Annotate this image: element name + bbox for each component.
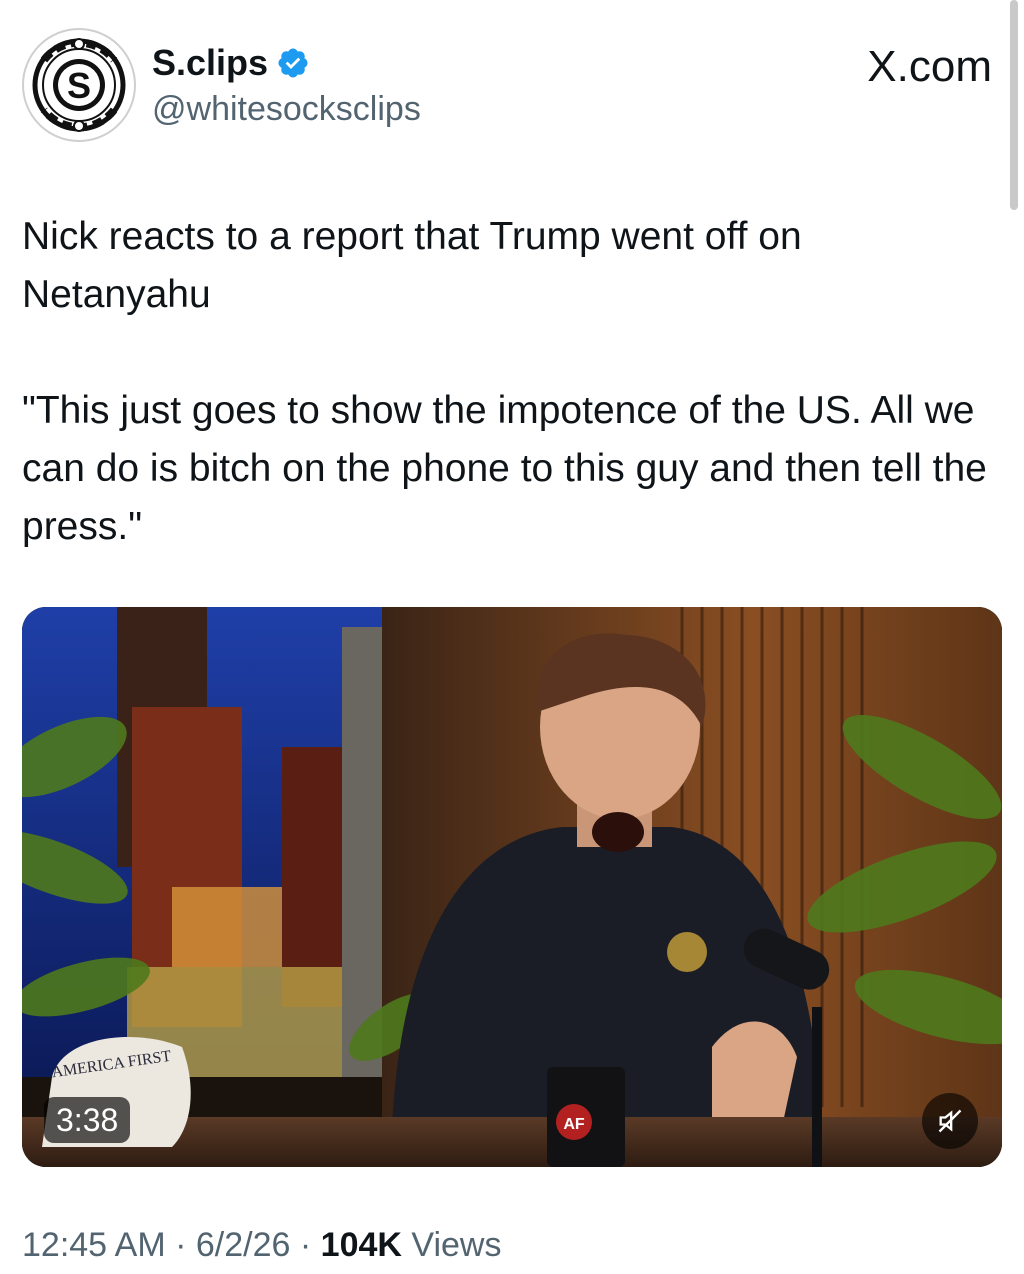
svg-text:S: S	[67, 65, 91, 106]
verified-badge-icon	[278, 48, 308, 78]
meta-separator: ·	[175, 1226, 187, 1264]
video-thumbnail: AF AMERICA FIRST	[22, 607, 1002, 1167]
muted-speaker-icon	[938, 1109, 962, 1133]
views-label: Views	[411, 1226, 502, 1264]
meta-separator: ·	[299, 1226, 312, 1264]
mute-toggle-button[interactable]	[922, 1093, 978, 1149]
post-date[interactable]: 6/2/26	[196, 1226, 291, 1264]
author-name-text[interactable]: S.clips	[152, 42, 268, 84]
post-time[interactable]: 12:45 AM	[22, 1226, 166, 1264]
author-handle[interactable]: @whitesocksclips	[152, 90, 421, 129]
video-player[interactable]: AF AMERICA FIRST 3:38	[22, 607, 1002, 1167]
scrollbar[interactable]	[1010, 0, 1018, 210]
svg-text:AF: AF	[563, 1116, 585, 1133]
post-header: S S.clips @whitesocksclips X.com	[22, 28, 992, 144]
author-name[interactable]: S.clips	[152, 42, 310, 84]
s-clips-logo-icon: S	[26, 32, 132, 138]
post-text: Nick reacts to a report that Trump went …	[22, 215, 987, 548]
video-duration-badge: 3:38	[44, 1097, 131, 1143]
avatar[interactable]: S	[22, 28, 136, 142]
source-label: X.com	[867, 42, 992, 91]
post-meta: 12:45 AM · 6/2/26 · 104K Views	[22, 1226, 501, 1265]
views-count: 104K	[320, 1226, 402, 1264]
